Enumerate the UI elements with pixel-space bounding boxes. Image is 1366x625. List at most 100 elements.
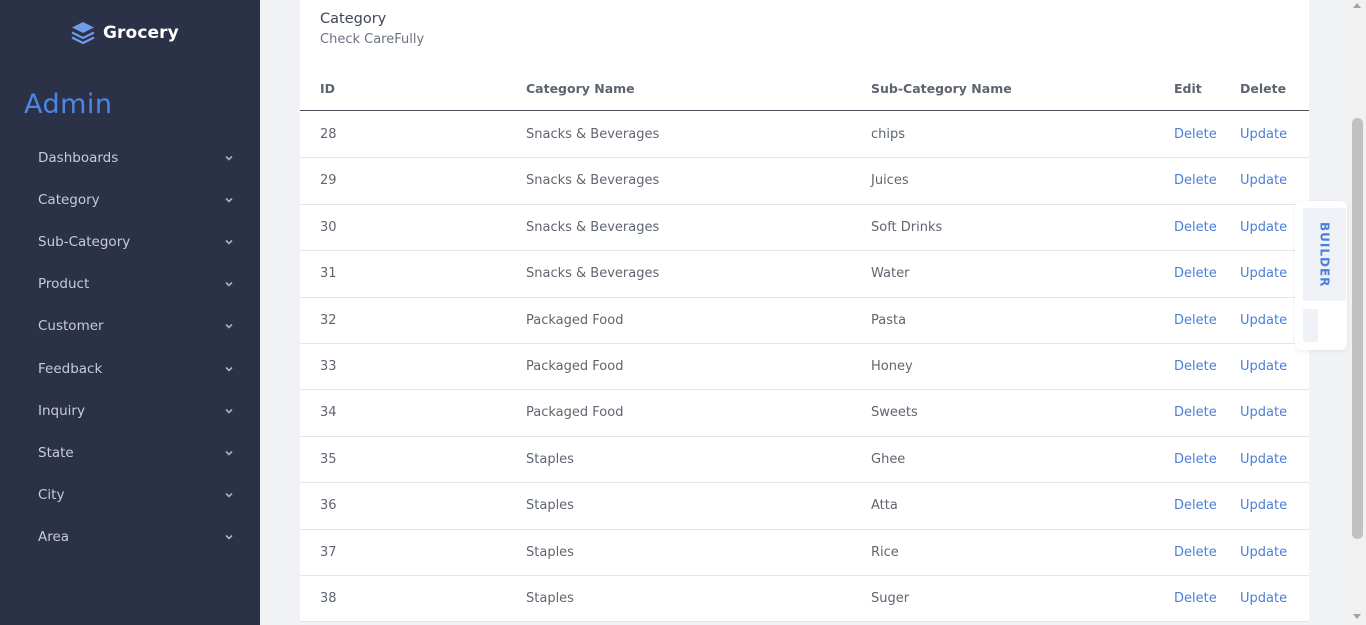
card-title: Category [320,11,387,27]
layers-icon [71,22,95,45]
admin-title: Admin [24,89,113,120]
table-row: 36 Staples Atta Delete Update [300,483,1309,530]
cell-id: 31 [320,266,337,282]
update-link[interactable]: Update [1240,266,1287,281]
table-row: 31 Snacks & Beverages Water Delete Update [300,251,1309,298]
update-link[interactable]: Update [1240,359,1287,374]
scroll-down-arrow-icon[interactable] [1353,614,1361,619]
cell-sub-category-name: Suger [871,590,910,606]
sidebar-item-label: Area [38,528,70,545]
cell-id: 33 [320,358,337,374]
cell-category-name: Packaged Food [526,358,624,374]
cell-id: 30 [320,219,337,235]
update-link[interactable]: Update [1240,591,1287,606]
sidebar-item-area[interactable]: Area [0,516,260,558]
update-link[interactable]: Update [1240,220,1287,235]
cell-category-name: Snacks & Beverages [526,173,660,189]
sidebar-item-label: State [38,444,74,461]
card-subtitle: Check CareFully [320,32,425,47]
update-link[interactable]: Update [1240,173,1287,188]
column-header-category-name: Category Name [526,81,635,96]
brand[interactable]: Grocery [70,20,179,46]
delete-link[interactable]: Delete [1174,498,1217,513]
sidebar-item-label: Dashboards [38,150,119,167]
table-row: 34 Packaged Food Sweets Delete Update [300,390,1309,437]
update-link[interactable]: Update [1240,127,1287,142]
table-row: 28 Snacks & Beverages chips Delete Update [300,112,1309,159]
cell-category-name: Snacks & Beverages [526,219,660,235]
chevron-down-icon [225,408,233,414]
delete-link[interactable]: Delete [1174,313,1217,328]
cell-id: 36 [320,498,337,514]
update-link[interactable]: Update [1240,452,1287,467]
cell-sub-category-name: Pasta [871,312,907,328]
scroll-up-arrow-icon[interactable] [1353,3,1361,8]
cell-category-name: Staples [526,498,574,514]
cell-sub-category-name: Honey [871,358,913,374]
cell-category-name: Staples [526,590,574,606]
cell-category-name: Packaged Food [526,312,624,328]
column-header-edit: Edit [1174,81,1202,96]
cell-category-name: Snacks & Beverages [526,127,660,142]
builder-label: BUILDER [1317,221,1332,288]
cell-category-name: Packaged Food [526,405,624,421]
table-row: 37 Staples Rice Delete Update [300,530,1309,576]
cell-id: 38 [320,590,337,606]
cell-id: 34 [320,405,337,421]
cell-id: 37 [320,544,337,560]
sidebar-item-category[interactable]: Category [0,179,260,221]
table-row: 38 Staples Suger Delete Update [300,576,1309,623]
cell-sub-category-name: Atta [871,498,898,514]
cell-category-name: Staples [526,544,574,560]
sidebar-item-product[interactable]: Product [0,263,260,305]
table-header: ID Category Name Sub-Category Name Edit … [300,66,1309,111]
cell-id: 32 [320,312,337,328]
cell-category-name: Snacks & Beverages [526,266,660,282]
chevron-down-icon [225,534,233,540]
builder-panel: BUILDER [1295,201,1347,350]
delete-link[interactable]: Delete [1174,545,1217,560]
sidebar-item-feedback[interactable]: Feedback [0,347,260,389]
cell-id: 35 [320,451,337,467]
category-card: Category Check CareFully ID Category Nam… [300,0,1309,623]
sidebar-item-sub-category[interactable]: Sub-Category [0,221,260,263]
chevron-down-icon [225,198,233,203]
page-scrollbar[interactable] [1349,0,1366,625]
sidebar-item-customer[interactable]: Customer [0,305,260,347]
table-body: 28 Snacks & Beverages chips Delete Update 29… [300,112,1309,623]
sidebar-item-label: Inquiry [38,402,85,419]
brand-name: Grocery [103,23,179,43]
builder-toggle[interactable] [1303,309,1318,342]
sidebar-item-dashboards[interactable]: Dashboards [0,137,260,179]
delete-link[interactable]: Delete [1174,127,1217,142]
delete-link[interactable]: Delete [1174,452,1217,467]
update-link[interactable]: Update [1240,405,1287,420]
sidebar-item-label: Feedback [38,360,103,377]
scrollbar-thumb[interactable] [1352,118,1363,539]
sidebar-item-state[interactable]: State [0,432,260,474]
cell-id: 28 [320,127,337,142]
sidebar-item-city[interactable]: City [0,474,260,516]
sidebar-item-label: Sub-Category [38,234,131,251]
delete-link[interactable]: Delete [1174,173,1217,188]
delete-link[interactable]: Delete [1174,359,1217,374]
cell-sub-category-name: Water [871,266,910,282]
sidebar: Grocery Admin Dashboards Category Sub-Ca… [0,0,260,625]
update-link[interactable]: Update [1240,498,1287,513]
column-header-id: ID [320,81,336,96]
delete-link[interactable]: Delete [1174,591,1217,606]
column-header-delete: Delete [1240,81,1287,96]
delete-link[interactable]: Delete [1174,266,1217,281]
chevron-down-icon [225,240,233,245]
chevron-down-icon [225,324,233,330]
update-link[interactable]: Update [1240,313,1287,328]
cell-sub-category-name: Juices [871,173,909,189]
cell-sub-category-name: Soft Drinks [871,219,943,235]
builder-button[interactable]: BUILDER [1303,208,1346,301]
table-row: 33 Packaged Food Honey Delete Update [300,344,1309,391]
update-link[interactable]: Update [1240,545,1287,560]
sidebar-nav: Dashboards Category Sub-Category Product… [0,137,260,558]
sidebar-item-inquiry[interactable]: Inquiry [0,390,260,432]
delete-link[interactable]: Delete [1174,220,1217,235]
delete-link[interactable]: Delete [1174,405,1217,420]
